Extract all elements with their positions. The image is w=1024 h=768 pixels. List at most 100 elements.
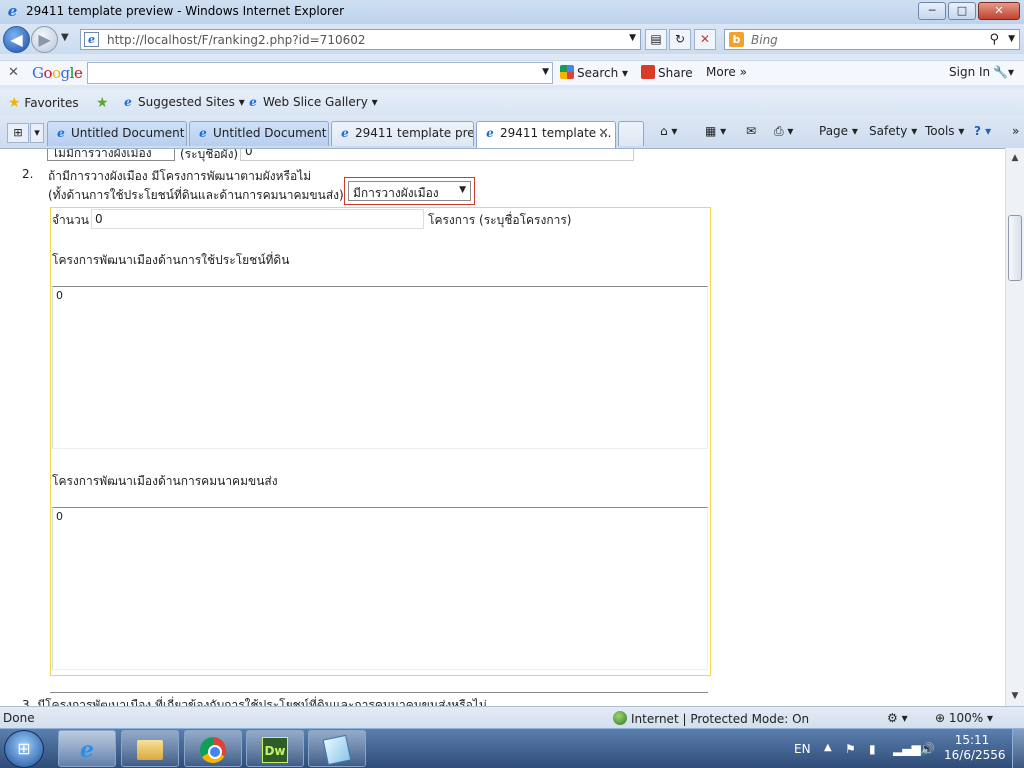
taskbar-explorer-button[interactable] <box>121 730 179 767</box>
ie-icon: e <box>249 95 257 109</box>
prev-plan-name-input[interactable]: 0 <box>240 149 634 161</box>
page-menu-label: Page <box>819 124 849 138</box>
battery-icon[interactable]: ▮ <box>869 742 876 756</box>
taskbar-ie-button[interactable]: e <box>58 730 116 767</box>
tab-untitled-1[interactable]: e Untitled Document <box>47 121 187 146</box>
network-icon[interactable]: ▂▄▆ <box>893 742 921 756</box>
recent-pages-dropdown[interactable]: ▼ <box>61 32 69 43</box>
share-icon <box>641 65 655 79</box>
action-center-icon[interactable]: ⚑ <box>845 742 856 756</box>
taskbar-dreamweaver-button[interactable]: Dw <box>246 730 304 767</box>
web-slice-label: Web Slice Gallery <box>263 95 368 109</box>
sign-in-link[interactable]: Sign In <box>949 65 990 79</box>
maximize-button[interactable]: □ <box>948 2 976 20</box>
question-number: 2. <box>22 167 34 181</box>
tab-untitled-2[interactable]: e Untitled Document <box>189 121 329 146</box>
close-toolbar-icon[interactable]: ✕ <box>8 65 19 80</box>
system-clock[interactable]: 15:11 16/6/2556 <box>944 733 1006 763</box>
refresh-icon[interactable]: ↻ <box>669 29 691 50</box>
start-button[interactable]: ⊞ <box>4 730 44 768</box>
volume-icon[interactable]: 🔊 <box>920 742 935 756</box>
close-tab-icon[interactable]: ✕ <box>598 126 609 141</box>
back-button[interactable]: ◀ <box>3 26 30 53</box>
more-button[interactable]: More » <box>706 65 747 79</box>
ie-icon: e <box>486 126 494 140</box>
zoom-level: 100% <box>948 711 984 725</box>
print-icon[interactable]: ⎙ ▾ <box>774 124 793 139</box>
forward-button[interactable]: ▶ <box>31 26 58 53</box>
scroll-down-arrow[interactable]: ▼ <box>1006 688 1024 704</box>
add-to-favorites-icon[interactable]: ★ <box>96 95 109 111</box>
status-bar: Done Internet | Protected Mode: On ⚙ ▾ ⊕… <box>0 706 1024 728</box>
share-label: Share <box>658 66 693 80</box>
taskbar-chrome-button[interactable] <box>184 730 242 767</box>
quick-tabs-icon[interactable]: ⊞ <box>7 123 29 143</box>
address-bar[interactable]: e http://localhost/F/ranking2.php?id=710… <box>80 29 641 50</box>
read-mail-icon[interactable]: ✉ <box>746 124 756 138</box>
chevron-down-icon[interactable]: ▼ <box>629 33 636 43</box>
page-menu[interactable]: Page ▾ <box>819 124 858 138</box>
scroll-thumb[interactable] <box>1008 215 1022 281</box>
web-slice-gallery-link[interactable]: e Web Slice Gallery ▾ <box>246 95 377 109</box>
favorites-button[interactable]: ★ Favorites <box>8 95 79 111</box>
prev-plan-select[interactable]: ไม่มีการวางผังเมือง <box>47 149 175 161</box>
tab-template-preview-active[interactable]: e 29411 template ... ✕ <box>476 121 616 148</box>
land-use-textarea[interactable]: 0 <box>52 286 708 449</box>
google-logo: Google <box>32 64 83 82</box>
count-label: จำนวน <box>52 213 89 227</box>
question-text-line2: (ทั้งด้านการใช้ประโยชน์ที่ดินและด้านการค… <box>48 188 344 202</box>
suggested-sites-link[interactable]: e Suggested Sites ▾ <box>121 95 245 109</box>
show-hidden-icons[interactable]: ▲ <box>824 742 832 753</box>
tab-list-dropdown[interactable]: ▾ <box>30 123 44 143</box>
toolbar-overflow-icon[interactable]: » <box>1012 124 1019 138</box>
ie-icon: e <box>57 126 65 140</box>
zoom-control[interactable]: ⊕ 100% ▾ <box>935 711 993 725</box>
help-icon[interactable]: ? ▾ <box>974 124 991 138</box>
protected-mode-icon[interactable]: ⚙ ▾ <box>887 711 908 725</box>
project-count-input[interactable]: 0 <box>91 209 424 229</box>
new-tab-button[interactable] <box>618 121 644 146</box>
safety-menu[interactable]: Safety ▾ <box>869 124 917 138</box>
globe-icon <box>613 711 627 725</box>
bing-search-box[interactable]: b Bing ⚲ ▼ <box>724 29 1020 50</box>
plan-status-select[interactable]: มีการวางผังเมือง ▼ <box>348 181 471 201</box>
notepad-icon <box>322 734 352 766</box>
vertical-scrollbar[interactable]: ▲ ▼ <box>1005 148 1024 706</box>
home-icon[interactable]: ⌂ ▾ <box>660 124 677 138</box>
search-icon[interactable]: ⚲ <box>989 32 999 47</box>
tab-template-preview-1[interactable]: e 29411 template pre... <box>331 121 474 146</box>
search-placeholder[interactable]: Bing <box>751 33 778 47</box>
transport-textarea[interactable]: 0 <box>52 507 708 670</box>
ie-icon: e <box>341 126 349 140</box>
chevron-down-icon[interactable]: ▼ <box>1008 34 1015 44</box>
chrome-icon <box>200 737 226 763</box>
compatibility-view-icon[interactable]: ▤ <box>645 29 667 50</box>
page-content: ไม่มีการวางผังเมือง (ระบุชื่อผัง) 0 2. ถ… <box>0 148 1005 706</box>
url-text[interactable]: http://localhost/F/ranking2.php?id=71060… <box>107 33 366 47</box>
chevron-down-icon[interactable]: ▼ <box>459 185 466 195</box>
security-zone[interactable]: Internet | Protected Mode: On <box>613 711 809 726</box>
chevron-down-icon[interactable]: ▼ <box>542 67 549 77</box>
dreamweaver-icon: Dw <box>262 737 288 763</box>
feeds-icon[interactable]: ▦ ▾ <box>705 124 726 138</box>
google-search-icon <box>560 65 574 79</box>
favorites-label: Favorites <box>24 96 79 110</box>
folder-icon <box>137 740 163 760</box>
minimize-button[interactable]: ─ <box>918 2 946 20</box>
share-button[interactable]: Share <box>641 65 693 80</box>
title-bar: e 29411 template preview - Windows Inter… <box>0 0 1024 24</box>
count-suffix-label: โครงการ (ระบุชื่อโครงการ) <box>428 213 572 227</box>
land-use-title: โครงการพัฒนาเมืองด้านการใช้ประโยชน์ที่ดิ… <box>52 253 290 267</box>
google-search-input[interactable]: ▼ <box>87 62 553 84</box>
wrench-icon[interactable]: 🔧▾ <box>993 65 1014 79</box>
more-label: More <box>706 65 736 79</box>
tools-menu[interactable]: Tools ▾ <box>925 124 964 138</box>
stop-icon[interactable]: ✕ <box>694 29 716 50</box>
taskbar-notepad-button[interactable] <box>308 730 366 767</box>
google-search-button[interactable]: Search ▾ <box>560 65 628 80</box>
language-indicator[interactable]: EN <box>794 742 811 756</box>
close-button[interactable]: ✕ <box>978 2 1020 20</box>
plan-status-select-highlight: มีการวางผังเมือง ▼ <box>344 177 475 205</box>
show-desktop-button[interactable] <box>1012 729 1024 768</box>
scroll-up-arrow[interactable]: ▲ <box>1006 150 1024 166</box>
